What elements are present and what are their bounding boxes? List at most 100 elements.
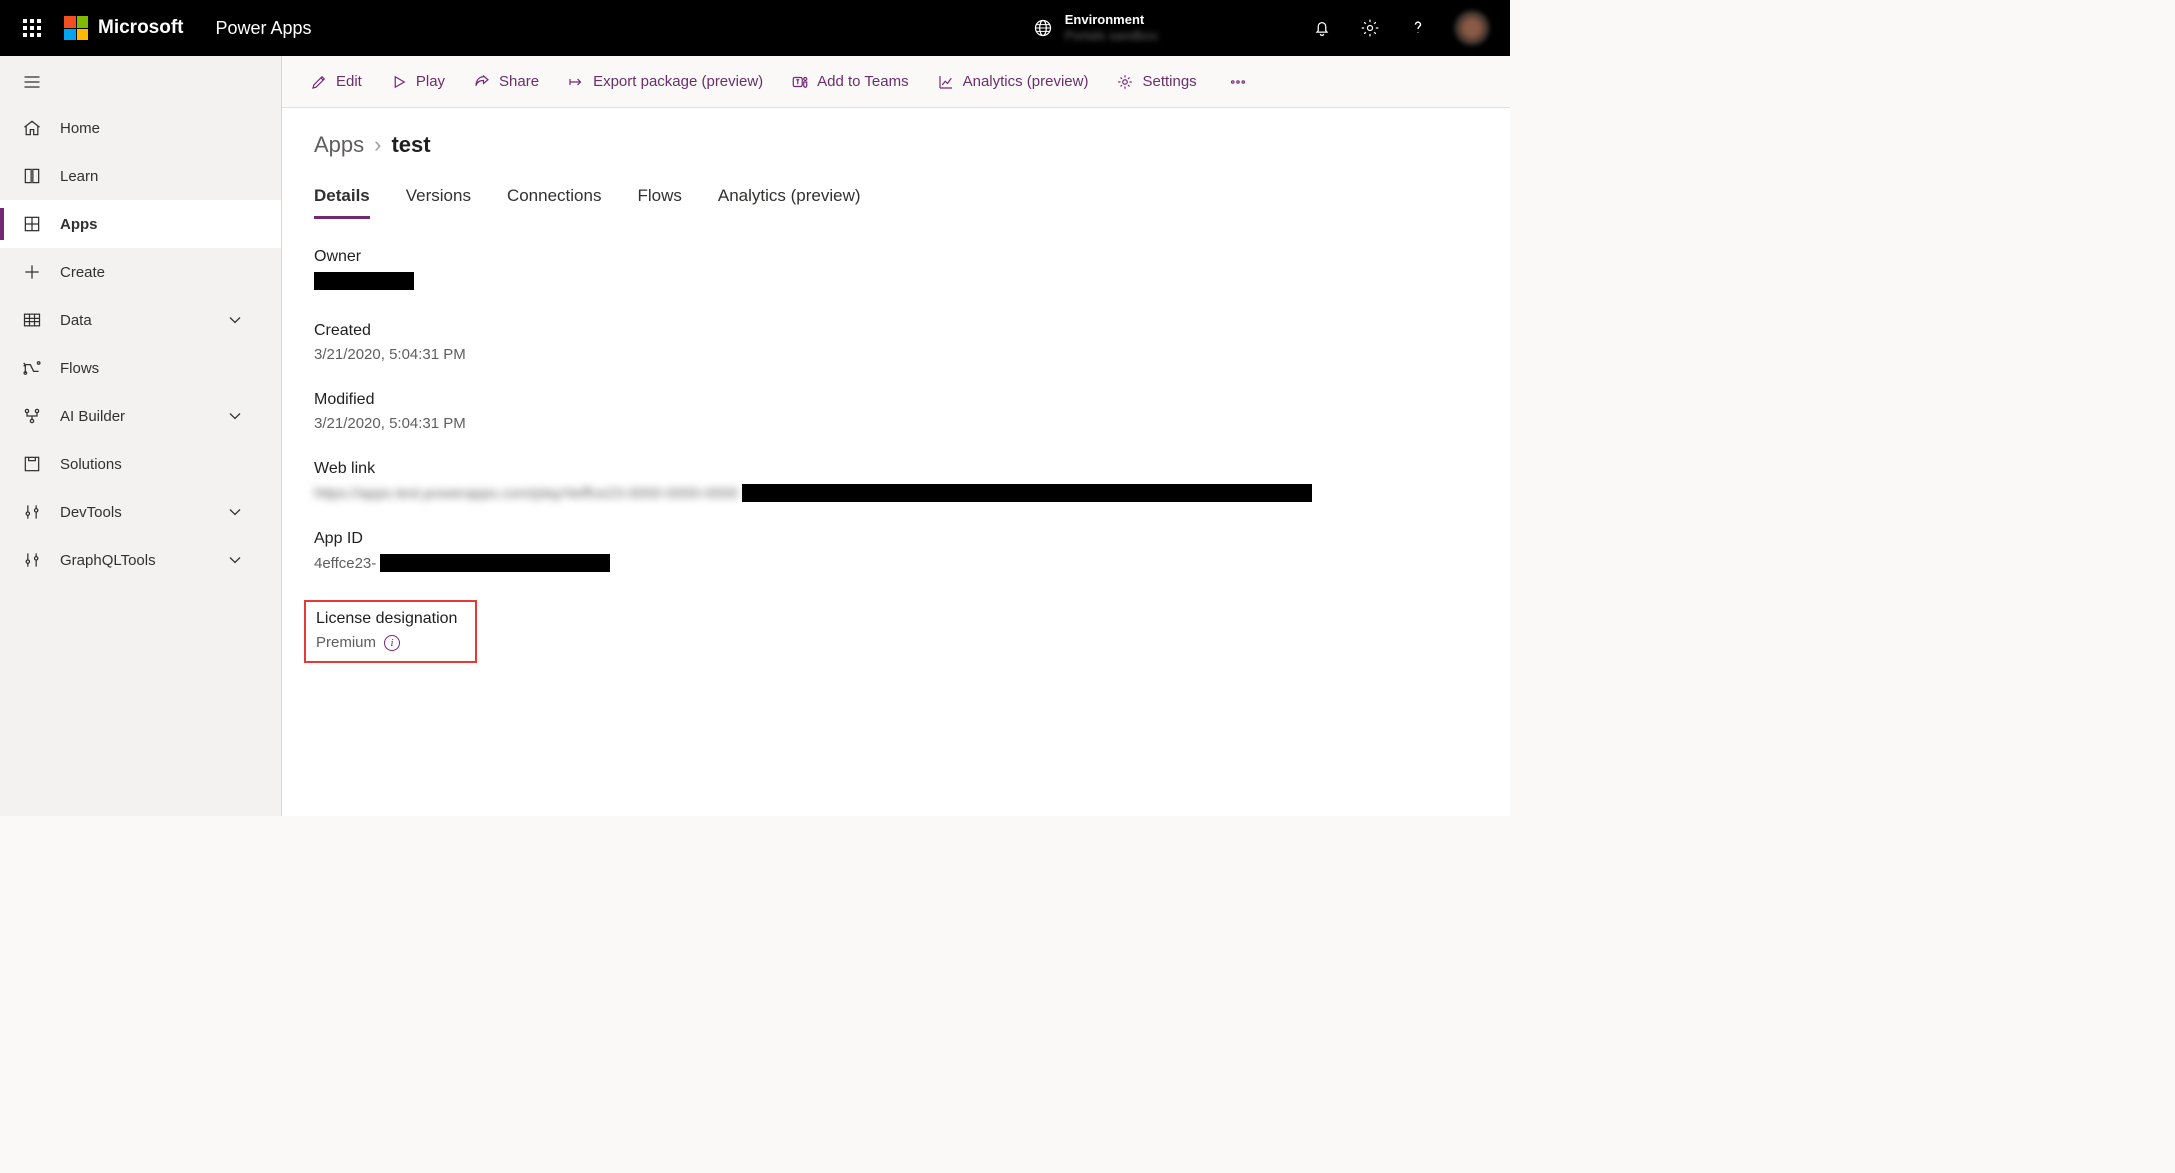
plus-icon	[22, 262, 42, 282]
bell-icon	[1312, 18, 1332, 38]
info-icon[interactable]: i	[384, 635, 400, 651]
settings-button[interactable]	[1346, 4, 1394, 52]
env-name: Portals sandbox	[1065, 28, 1158, 44]
cmd-label: Export package (preview)	[593, 73, 763, 90]
appid-label: App ID	[314, 530, 1478, 548]
sidebar-item-ai-builder[interactable]: AI Builder	[0, 392, 281, 440]
sidebar-item-label: Apps	[60, 216, 98, 233]
sidebar-item-flows[interactable]: Flows	[0, 344, 281, 392]
sidebar-item-devtools[interactable]: DevTools	[0, 488, 281, 536]
app-title: Power Apps	[216, 18, 312, 39]
cmd-export[interactable]: Export package (preview)	[567, 73, 763, 91]
help-button[interactable]	[1394, 4, 1442, 52]
chevron-down-icon	[225, 550, 245, 570]
sidebar-item-label: Create	[60, 264, 105, 281]
ms-logo[interactable]: Microsoft	[64, 16, 184, 40]
weblink-redacted	[742, 484, 1312, 502]
sidebar-toggle[interactable]	[0, 60, 281, 104]
solutions-icon	[22, 454, 42, 474]
modified-value: 3/21/2020, 5:04:31 PM	[314, 415, 1478, 432]
sidebar-item-label: Data	[60, 312, 92, 329]
sidebar-item-data[interactable]: Data	[0, 296, 281, 344]
teams-icon	[791, 73, 809, 91]
cmd-label: Add to Teams	[817, 73, 908, 90]
cmd-settings[interactable]: Settings	[1116, 73, 1196, 91]
appid-prefix: 4effce23-	[314, 555, 376, 572]
sidebar-item-label: Home	[60, 120, 100, 137]
pencil-icon	[310, 73, 328, 91]
cmd-more[interactable]	[1225, 73, 1251, 91]
ms-logo-icon	[64, 16, 88, 40]
chevron-right-icon: ›	[374, 132, 381, 158]
gear-icon	[1360, 18, 1380, 38]
globe-icon	[1033, 18, 1053, 38]
gear-icon	[1116, 73, 1134, 91]
tab-versions[interactable]: Versions	[406, 186, 471, 219]
waffle-icon	[23, 19, 41, 37]
tab-flows[interactable]: Flows	[637, 186, 681, 219]
tabs: Details Versions Connections Flows Analy…	[314, 186, 1478, 220]
chevron-down-icon	[225, 406, 245, 426]
app-launcher[interactable]	[8, 4, 56, 52]
license-value: Premium	[316, 634, 376, 651]
created-value: 3/21/2020, 5:04:31 PM	[314, 346, 1478, 363]
cmd-add-to-teams[interactable]: Add to Teams	[791, 73, 908, 91]
cmd-label: Play	[416, 73, 445, 90]
chevron-down-icon	[225, 502, 245, 522]
tab-details[interactable]: Details	[314, 186, 370, 219]
sidebar-item-create[interactable]: Create	[0, 248, 281, 296]
cmd-label: Settings	[1142, 73, 1196, 90]
owner-label: Owner	[314, 248, 1478, 266]
modified-label: Modified	[314, 391, 1478, 409]
tab-analytics[interactable]: Analytics (preview)	[718, 186, 861, 219]
export-icon	[567, 73, 585, 91]
sidebar-item-label: Learn	[60, 168, 98, 185]
breadcrumb: Apps › test	[314, 132, 1478, 158]
license-label: License designation	[316, 610, 457, 628]
cmd-label: Share	[499, 73, 539, 90]
book-icon	[22, 166, 42, 186]
created-label: Created	[314, 322, 1478, 340]
brand-text: Microsoft	[98, 17, 184, 39]
sidebar-item-home[interactable]: Home	[0, 104, 281, 152]
tools-icon	[22, 550, 42, 570]
ai-icon	[22, 406, 42, 426]
play-icon	[390, 73, 408, 91]
environment-picker[interactable]: Environment Portals sandbox	[1033, 12, 1158, 43]
owner-value-redacted	[314, 272, 414, 290]
breadcrumb-current: test	[391, 132, 430, 158]
weblink-label: Web link	[314, 460, 1478, 478]
flows-icon	[22, 358, 42, 378]
cmd-analytics[interactable]: Analytics (preview)	[937, 73, 1089, 91]
tools-icon	[22, 502, 42, 522]
cmd-share[interactable]: Share	[473, 73, 539, 91]
hamburger-icon	[22, 72, 42, 92]
notifications-button[interactable]	[1298, 4, 1346, 52]
cmd-edit[interactable]: Edit	[310, 73, 362, 91]
license-highlight: License designation Premium i	[304, 600, 477, 663]
analytics-icon	[937, 73, 955, 91]
avatar[interactable]	[1454, 10, 1490, 46]
apps-icon	[22, 214, 42, 234]
sidebar-item-learn[interactable]: Learn	[0, 152, 281, 200]
sidebar-item-graphqltools[interactable]: GraphQLTools	[0, 536, 281, 584]
sidebar-item-label: DevTools	[60, 504, 122, 521]
breadcrumb-root[interactable]: Apps	[314, 132, 364, 158]
sidebar-item-apps[interactable]: Apps	[0, 200, 281, 248]
sidebar-item-label: Solutions	[60, 456, 122, 473]
weblink-prefix: https://apps.test.powerapps.com/play/4ef…	[314, 485, 738, 502]
home-icon	[22, 118, 42, 138]
chevron-down-icon	[225, 310, 245, 330]
appid-redacted	[380, 554, 610, 572]
sidebar-item-solutions[interactable]: Solutions	[0, 440, 281, 488]
share-icon	[473, 73, 491, 91]
sidebar-item-label: AI Builder	[60, 408, 125, 425]
command-bar: Edit Play Share Export package (preview)…	[282, 56, 1510, 108]
sidebar: Home Learn Apps Create Data Flows AI Bui…	[0, 56, 282, 816]
sidebar-item-label: GraphQLTools	[60, 552, 156, 569]
tab-connections[interactable]: Connections	[507, 186, 602, 219]
cmd-play[interactable]: Play	[390, 73, 445, 91]
cmd-label: Analytics (preview)	[963, 73, 1089, 90]
cmd-label: Edit	[336, 73, 362, 90]
sidebar-item-label: Flows	[60, 360, 99, 377]
